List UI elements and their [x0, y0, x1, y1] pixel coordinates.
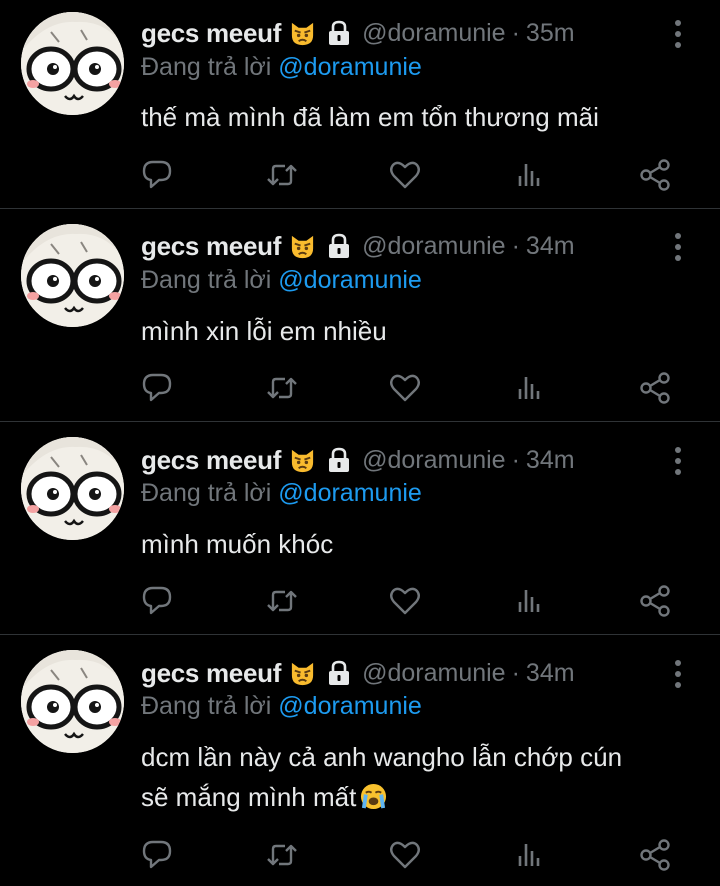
action-bar	[0, 838, 720, 874]
display-name[interactable]: gecs meeuf	[141, 231, 281, 262]
replying-to: Đang trả lời @doramunie	[141, 53, 422, 82]
share-icon[interactable]	[638, 838, 672, 872]
tweet-header: gecs meeuf @doramunie · 34m	[141, 657, 575, 689]
tweet-header: gecs meeuf @doramunie · 34m	[141, 230, 575, 262]
tweet-text: dcm lần này cả anh wangho lẫn chớp cún s…	[141, 737, 701, 817]
action-bar	[0, 584, 720, 620]
mention-link[interactable]: @doramunie	[278, 479, 422, 507]
mention-link[interactable]: @doramunie	[278, 692, 422, 720]
separator-dot: ·	[511, 18, 520, 47]
tweet[interactable]: gecs meeuf @doramunie · 34m Đang trả lời…	[0, 635, 720, 886]
avatar[interactable]	[21, 650, 124, 753]
retweet-icon[interactable]	[265, 838, 299, 872]
tweet-text-line: mình xin lỗi em nhiều	[141, 316, 387, 346]
pouting-cat-emoji	[291, 235, 314, 258]
timestamp[interactable]: 35m	[526, 19, 575, 48]
replying-to-label: Đang trả lời	[141, 53, 272, 81]
heart-icon[interactable]	[388, 371, 422, 405]
avatar[interactable]	[21, 437, 124, 540]
more-vertical-icon[interactable]	[668, 230, 688, 264]
reply-icon[interactable]	[140, 371, 174, 405]
tweet-text-line: dcm lần này cả anh wangho lẫn chớp cún	[141, 742, 623, 772]
retweet-icon[interactable]	[265, 371, 299, 405]
replying-to: Đang trả lời @doramunie	[141, 692, 422, 721]
tweet[interactable]: gecs meeuf @doramunie · 35m Đang trả lời…	[0, 0, 720, 208]
action-bar	[0, 371, 720, 407]
timestamp[interactable]: 34m	[526, 659, 575, 688]
pouting-cat-emoji	[291, 449, 314, 472]
avatar-image	[21, 650, 124, 753]
action-bar	[0, 158, 720, 194]
replying-to-label: Đang trả lời	[141, 266, 272, 294]
views-icon[interactable]	[514, 838, 548, 872]
handle[interactable]: @doramunie	[362, 446, 506, 475]
handle[interactable]: @doramunie	[362, 232, 506, 261]
tweet-text-line-text: sẽ mắng mình mất	[141, 782, 357, 812]
tweet-header: gecs meeuf @doramunie · 35m	[141, 17, 575, 49]
lock-icon	[329, 660, 350, 685]
display-name[interactable]: gecs meeuf	[141, 18, 281, 49]
share-icon[interactable]	[638, 584, 672, 618]
avatar-image	[21, 224, 124, 327]
pouting-cat-emoji	[291, 22, 314, 45]
reply-icon[interactable]	[140, 158, 174, 192]
tweet-text: mình xin lỗi em nhiều	[141, 311, 701, 351]
replying-to: Đang trả lời @doramunie	[141, 479, 422, 508]
tweet-header: gecs meeuf @doramunie · 34m	[141, 444, 575, 476]
reply-icon[interactable]	[140, 838, 174, 872]
avatar-image	[21, 12, 124, 115]
retweet-icon[interactable]	[265, 158, 299, 192]
heart-icon[interactable]	[388, 838, 422, 872]
avatar[interactable]	[21, 224, 124, 327]
timestamp[interactable]: 34m	[526, 232, 575, 261]
display-name[interactable]: gecs meeuf	[141, 445, 281, 476]
views-icon[interactable]	[514, 584, 548, 618]
tweet-text-line: sẽ mắng mình mất	[141, 777, 701, 817]
timestamp[interactable]: 34m	[526, 446, 575, 475]
mention-link[interactable]: @doramunie	[278, 266, 422, 294]
avatar-image	[21, 437, 124, 540]
separator-dot: ·	[511, 231, 520, 260]
display-name[interactable]: gecs meeuf	[141, 658, 281, 689]
lock-icon	[329, 447, 350, 472]
tweet-text: mình muốn khóc	[141, 524, 701, 564]
replying-to-label: Đang trả lời	[141, 479, 272, 507]
views-icon[interactable]	[514, 158, 548, 192]
mention-link[interactable]: @doramunie	[278, 53, 422, 81]
pouting-cat-emoji	[291, 662, 314, 685]
replying-to-label: Đang trả lời	[141, 692, 272, 720]
retweet-icon[interactable]	[265, 584, 299, 618]
separator-dot: ·	[511, 445, 520, 474]
more-vertical-icon[interactable]	[668, 444, 688, 478]
more-vertical-icon[interactable]	[668, 657, 688, 691]
more-vertical-icon[interactable]	[668, 17, 688, 51]
share-icon[interactable]	[638, 371, 672, 405]
tweet[interactable]: gecs meeuf @doramunie · 34m Đang trả lời…	[0, 422, 720, 635]
loudly-crying-face-emoji	[361, 783, 387, 810]
separator-dot: ·	[511, 658, 520, 687]
avatar[interactable]	[21, 12, 124, 115]
lock-icon	[329, 233, 350, 258]
share-icon[interactable]	[638, 158, 672, 192]
handle[interactable]: @doramunie	[362, 19, 506, 48]
lock-icon	[329, 20, 350, 45]
reply-icon[interactable]	[140, 584, 174, 618]
tweet-text: thế mà mình đã làm em tổn thương mãi	[141, 97, 701, 137]
replying-to: Đang trả lời @doramunie	[141, 266, 422, 295]
views-icon[interactable]	[514, 371, 548, 405]
tweet[interactable]: gecs meeuf @doramunie · 34m Đang trả lời…	[0, 209, 720, 422]
heart-icon[interactable]	[388, 584, 422, 618]
heart-icon[interactable]	[388, 158, 422, 192]
tweet-text-line: mình muốn khóc	[141, 529, 334, 559]
tweet-text-line: thế mà mình đã làm em tổn thương mãi	[141, 102, 599, 132]
handle[interactable]: @doramunie	[362, 659, 506, 688]
